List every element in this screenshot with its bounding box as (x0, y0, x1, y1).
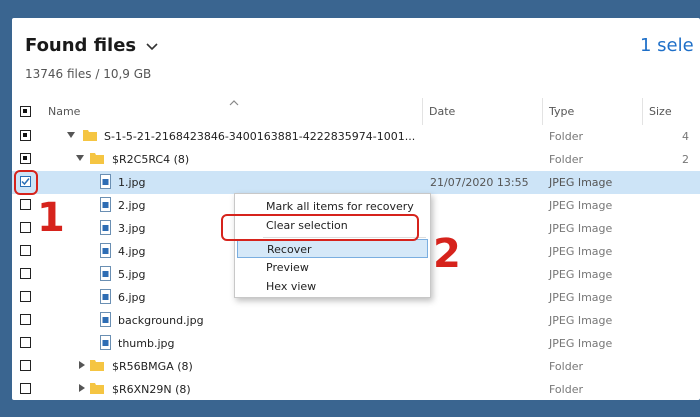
selected-count-link[interactable]: 1 sele (640, 35, 694, 56)
column-divider[interactable] (642, 98, 643, 125)
table-row[interactable]: $R2C5RC4 (8) Folder 2 (12, 148, 700, 171)
menu-item-hex-view[interactable]: Hex view (235, 277, 430, 296)
view-title-dropdown[interactable]: Found files (25, 35, 158, 56)
row-checkbox[interactable] (20, 222, 31, 233)
annotation-ring-checkbox (14, 170, 38, 195)
table-row-selected[interactable]: 1.jpg 21/07/2020 13:55 JPEG Image (12, 171, 700, 194)
image-file-icon (100, 266, 111, 281)
table-row[interactable]: thumb.jpg JPEG Image (12, 332, 700, 355)
annotation-step-1: 1 (37, 195, 65, 241)
table-row[interactable]: S-1-5-21-2168423846-3400163881-422283597… (12, 125, 700, 148)
sort-ascending-icon (229, 99, 239, 109)
row-checkbox[interactable] (20, 245, 31, 256)
folder-icon (90, 360, 104, 371)
row-checkbox[interactable] (20, 360, 31, 371)
context-menu: Mark all items for recovery Clear select… (234, 193, 431, 298)
column-name[interactable]: Name (48, 98, 80, 125)
chevron-down-icon (146, 35, 158, 56)
column-type[interactable]: Type (549, 98, 574, 125)
row-checkbox[interactable] (20, 153, 31, 164)
menu-item-recover[interactable]: Recover (237, 239, 428, 258)
image-file-icon (100, 289, 111, 304)
select-all-checkbox[interactable] (20, 106, 31, 117)
recovery-window: Found files 13746 files / 10,9 GB 1 sele… (12, 18, 700, 400)
column-header: Name Date Type Size (12, 98, 700, 125)
column-divider[interactable] (422, 98, 423, 125)
expanded-arrow-icon[interactable] (67, 131, 75, 139)
column-divider[interactable] (542, 98, 543, 125)
image-file-icon (100, 197, 111, 212)
folder-icon (83, 130, 97, 141)
row-checkbox[interactable] (20, 130, 31, 141)
annotation-ring-recover (221, 214, 419, 241)
row-checkbox[interactable] (20, 383, 31, 394)
menu-item-preview[interactable]: Preview (235, 258, 430, 277)
table-row[interactable]: $R6XN29N (8) Folder (12, 378, 700, 400)
image-file-icon (100, 220, 111, 235)
expanded-arrow-icon[interactable] (76, 154, 84, 162)
table-row[interactable]: background.jpg JPEG Image (12, 309, 700, 332)
row-checkbox[interactable] (20, 268, 31, 279)
files-summary: 13746 files / 10,9 GB (25, 67, 152, 81)
image-file-icon (100, 312, 111, 327)
table-row[interactable]: $R56BMGA (8) Folder (12, 355, 700, 378)
column-date[interactable]: Date (429, 98, 455, 125)
row-checkbox[interactable] (20, 199, 31, 210)
image-file-icon (100, 243, 111, 258)
row-checkbox[interactable] (20, 291, 31, 302)
annotation-step-2: 2 (433, 231, 461, 277)
row-checkbox[interactable] (20, 337, 31, 348)
row-checkbox[interactable] (20, 314, 31, 325)
folder-icon (90, 153, 104, 164)
image-file-icon (100, 174, 111, 189)
collapsed-arrow-icon[interactable] (78, 361, 86, 369)
folder-icon (90, 383, 104, 394)
collapsed-arrow-icon[interactable] (78, 384, 86, 392)
page-title: Found files (25, 35, 137, 56)
image-file-icon (100, 335, 111, 350)
column-size[interactable]: Size (649, 98, 672, 125)
